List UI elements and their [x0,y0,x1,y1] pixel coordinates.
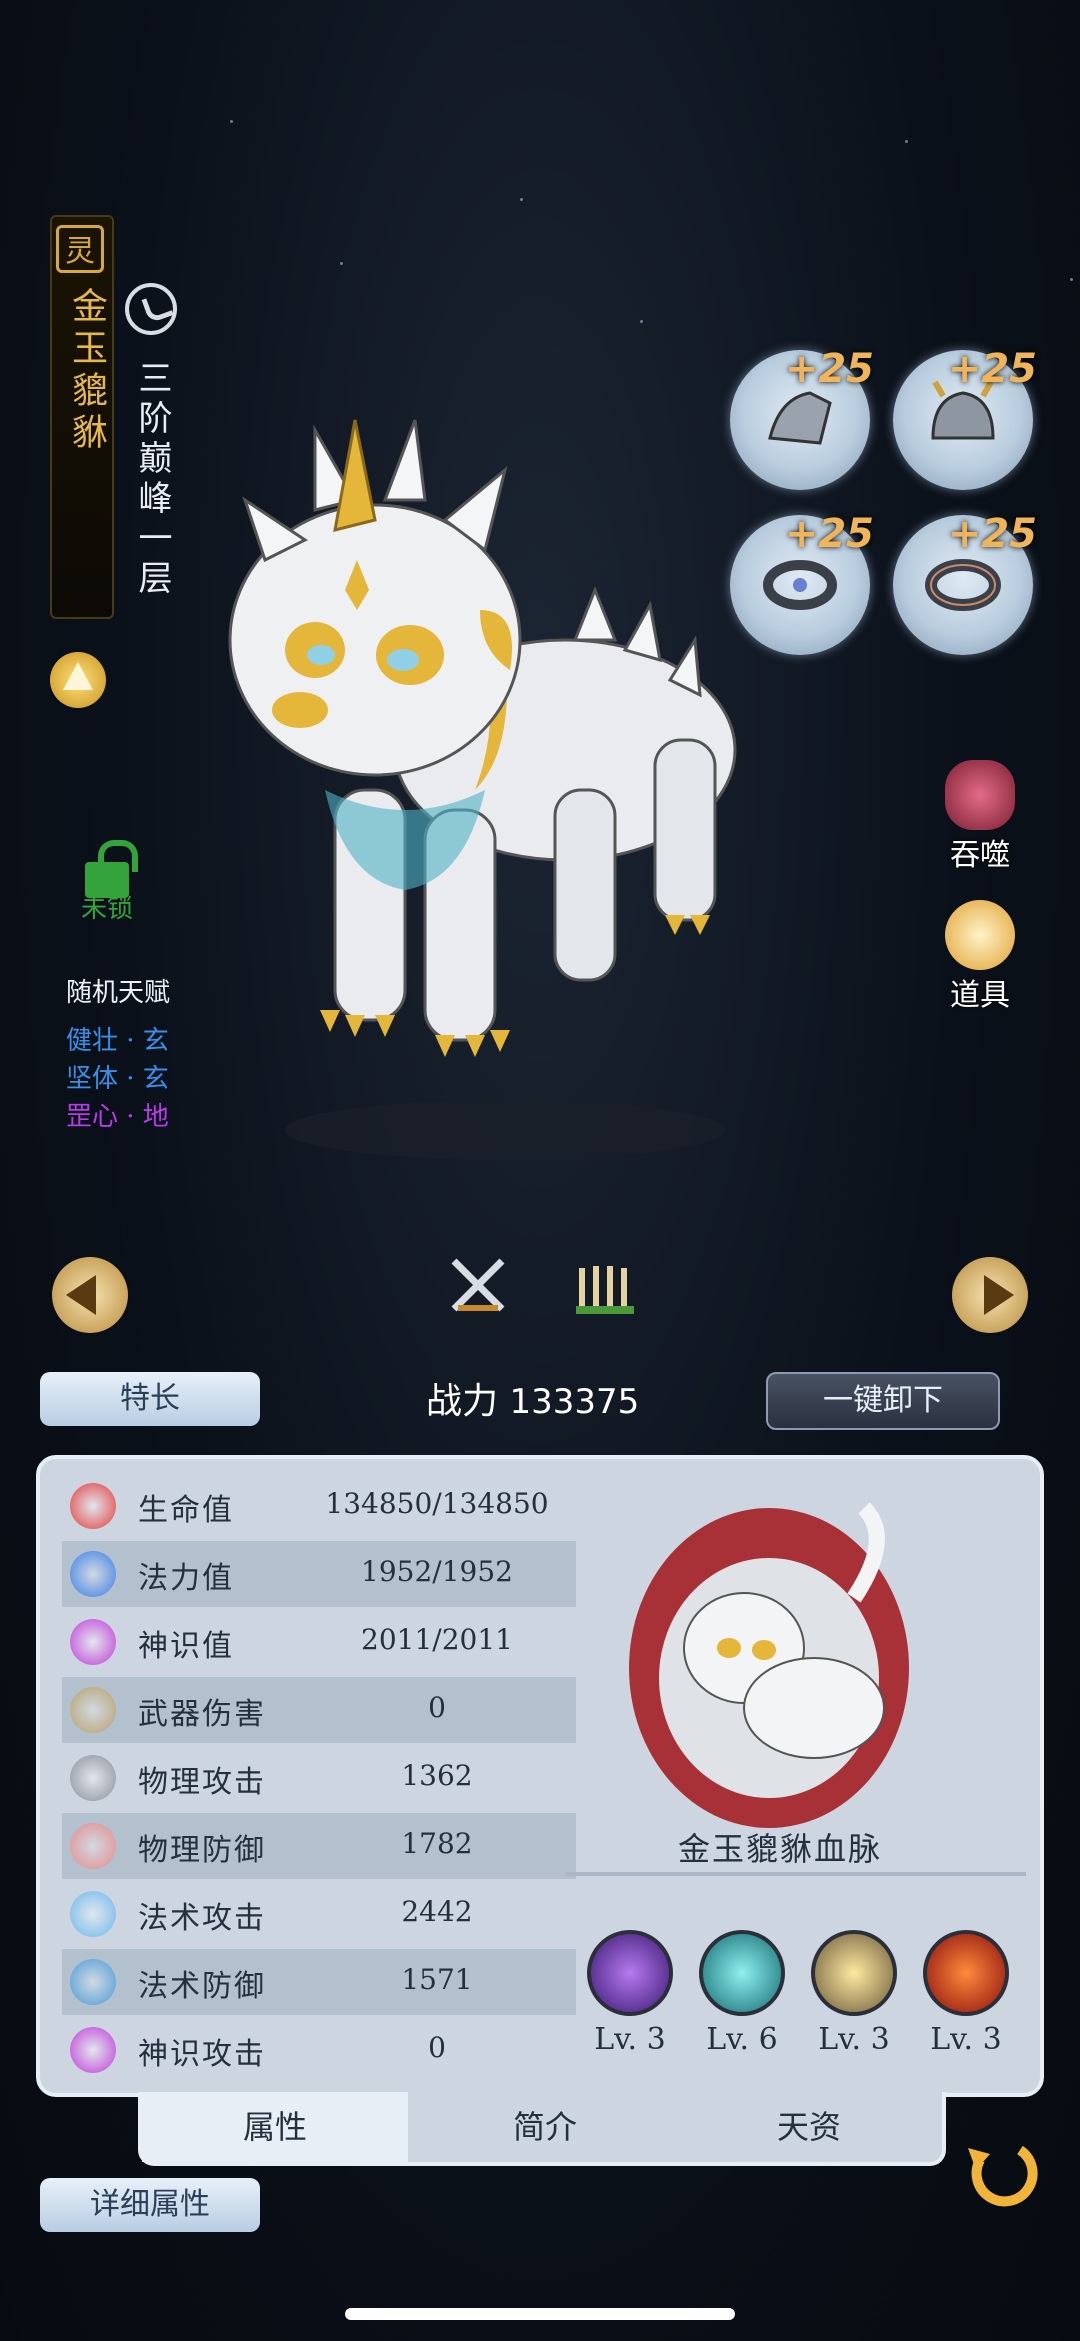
stat-name: 法术攻击 [138,1901,266,1936]
devour-button[interactable]: 吞噬 [925,760,1035,874]
stat-name: 武器伤害 [138,1697,266,1732]
bloodline-skill[interactable]: Lv. 3 [568,1930,692,2057]
divider [566,1872,1026,1876]
stat-name: 神识值 [138,1629,234,1664]
info-tabs: 属性 简介 天资 [138,2092,946,2166]
rank-icon [125,283,177,335]
skill-icon [699,1930,785,2016]
blue-sword-icon [70,1891,116,1937]
heart-icon [70,1483,116,1529]
talent-item: 罡心 · 地 [66,1102,169,1132]
detailed-attributes-button[interactable]: 详细属性 [40,2178,260,2232]
home-indicator[interactable] [345,2308,735,2320]
stat-value: 134850/134850 [325,1487,549,1520]
lock-label: 未锁 [80,894,133,924]
tab-intro[interactable]: 简介 [414,2092,676,2162]
equip-slot-armor[interactable]: +25 [730,346,874,490]
element-triangle-icon[interactable] [50,652,106,708]
stat-name: 物理防御 [138,1833,266,1868]
bloodline-name: 金玉貔貅血脉 [677,1830,882,1868]
stat-name: 神识攻击 [138,2037,266,2072]
unequip-all-button[interactable]: 一键卸下 [766,1372,1000,1430]
enhance-level: +25 [947,511,1037,557]
arrow-right-icon [984,1275,1014,1315]
stat-row: 神识攻击 0 [62,2017,576,2083]
stat-value: 1362 [401,1759,473,1792]
stat-value: 1571 [401,1963,473,1996]
stat-row: 物理攻击 1362 [62,1745,576,1811]
blue-shield-icon [70,1959,116,2005]
pet-name-plate: 灵 金玉貔貅 [50,215,114,619]
talent-item: 坚体 · 玄 [66,1064,169,1094]
stat-row: 法术防御 1571 [62,1949,576,2015]
stat-name: 生命值 [138,1493,234,1528]
equip-slot-helmet[interactable]: +25 [893,346,1037,490]
stat-row: 法术攻击 2442 [62,1881,576,1947]
bloodline-skill[interactable]: Lv. 6 [680,1930,804,2057]
stat-name: 法术防御 [138,1969,266,2004]
enhance-level: +25 [947,346,1037,392]
return-icon[interactable] [960,2130,1040,2210]
stat-value: 1782 [401,1827,473,1860]
enhance-level: +25 [784,346,874,392]
specialty-button[interactable]: 特长 [40,1372,260,1426]
pet-creature-model [228,419,737,1160]
skill-icon [923,1930,1009,2016]
swirl-icon [70,1619,116,1665]
enhance-level: +25 [784,511,874,557]
pet-rank: 三阶巅峰一层 [132,360,172,600]
skill-icon [811,1930,897,2016]
stat-value: 2442 [401,1895,473,1928]
stat-value: 0 [428,2031,446,2064]
talent-item: 健壮 · 玄 [66,1026,169,1056]
stat-value: 0 [428,1691,446,1724]
equip-slot-ring-1[interactable]: +25 [730,511,874,655]
talents-title: 随机天赋 [66,978,171,1008]
next-pet-arrow[interactable] [952,1257,1028,1333]
equip-slot-ring-2[interactable]: +25 [893,511,1037,655]
stat-row: 武器伤害 0 [62,1677,576,1743]
stat-value: 1952/1952 [361,1555,513,1588]
prev-pet-arrow[interactable] [52,1257,128,1333]
power-label: 战力 [426,1381,499,1422]
lock-toggle[interactable]: 未锁 [70,840,144,926]
power-value: 133375 [509,1382,640,1422]
stat-row: 生命值 134850/134850 [62,1473,576,1539]
pet-name: 金玉貔貅 [66,287,107,455]
items-icon [945,900,1015,970]
stat-row: 法力值 1952/1952 [62,1541,576,1607]
flame-icon [70,1551,116,1597]
shield-icon [70,1823,116,1869]
skill-icon [587,1930,673,2016]
battle-power: 战力 133375 [426,1372,639,1424]
bloodline-skill[interactable]: Lv. 3 [792,1930,916,2057]
items-button[interactable]: 道具 [925,900,1035,1014]
stat-row: 物理防御 1782 [62,1813,576,1879]
devour-icon [945,760,1015,830]
dagger-icon [70,1687,116,1733]
stat-value: 2011/2011 [361,1623,513,1656]
arrow-left-icon [66,1275,96,1315]
tab-aptitude[interactable]: 天资 [676,2092,942,2162]
stat-name: 物理攻击 [138,1765,266,1800]
fence-icon[interactable] [572,1258,638,1318]
stat-row: 神识值 2011/2011 [62,1609,576,1675]
sword-icon [70,1755,116,1801]
spirit-seal-icon: 灵 [56,225,104,273]
stat-name: 法力值 [138,1561,234,1596]
bloodline-portrait [629,1502,909,1828]
crossed-swords-icon[interactable] [448,1255,508,1321]
bloodline-skill[interactable]: Lv. 3 [904,1930,1028,2057]
tab-attributes[interactable]: 属性 [142,2092,408,2162]
swirl-icon [70,2027,116,2073]
